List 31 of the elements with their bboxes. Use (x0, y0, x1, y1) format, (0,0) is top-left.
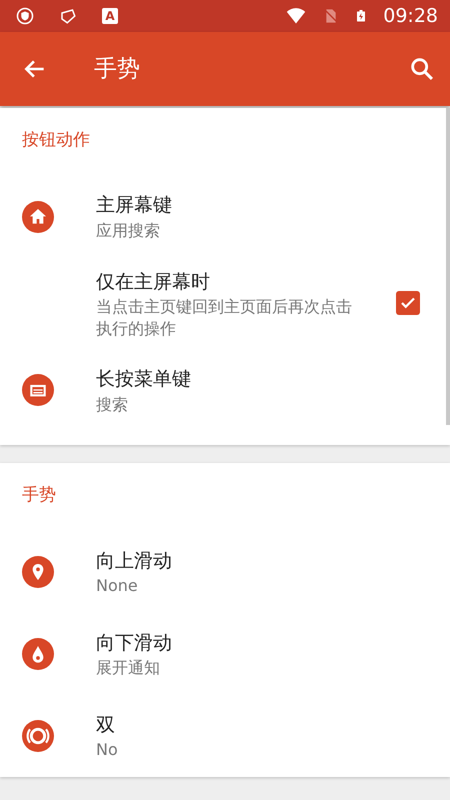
item-title: 双 (96, 712, 116, 738)
menu-key-icon (22, 374, 54, 406)
section-header: 按钮动作 (21, 129, 91, 152)
screen-title: 手势 (94, 54, 141, 84)
preference-item[interactable]: 双 No (0, 694, 450, 777)
home-icon (22, 200, 54, 232)
app-notification-icon: A (102, 8, 118, 24)
preference-item[interactable]: 长按菜单键 搜索 (0, 349, 450, 432)
item-title: 向下滑动 (96, 630, 173, 656)
ring-icon (22, 720, 54, 752)
section-header: 手势 (21, 484, 57, 508)
item-subtitle: 应用搜索 (96, 220, 161, 242)
preference-item[interactable]: 主屏幕键 应用搜索 (0, 176, 450, 258)
item-subtitle: None (96, 575, 139, 597)
drop-icon (22, 638, 54, 670)
wifi-icon (285, 6, 308, 26)
shield-icon (16, 7, 34, 25)
item-title: 仅在主屏幕时 (96, 270, 211, 294)
item-title: 长按菜单键 (96, 367, 192, 392)
clock: 09:28 (383, 4, 438, 29)
preference-item[interactable]: 仅在主屏幕时 当点击主页键回到主页面后再次点击执行的操作 (0, 258, 450, 350)
item-subtitle: No (96, 739, 119, 761)
checkbox[interactable] (396, 291, 420, 316)
item-subtitle: 当点击主页键回到主页面后再次点击执行的操作 (96, 296, 353, 340)
item-subtitle: 展开通知 (96, 657, 161, 679)
preference-item[interactable]: 向上滑动 None (0, 530, 450, 613)
item-title: 主屏幕键 (96, 193, 173, 218)
preference-item[interactable]: 向下滑动 展开通知 (0, 612, 450, 695)
item-subtitle: 搜索 (96, 394, 129, 416)
item-title: 向上滑动 (96, 548, 173, 574)
location-pin-icon (22, 556, 54, 588)
